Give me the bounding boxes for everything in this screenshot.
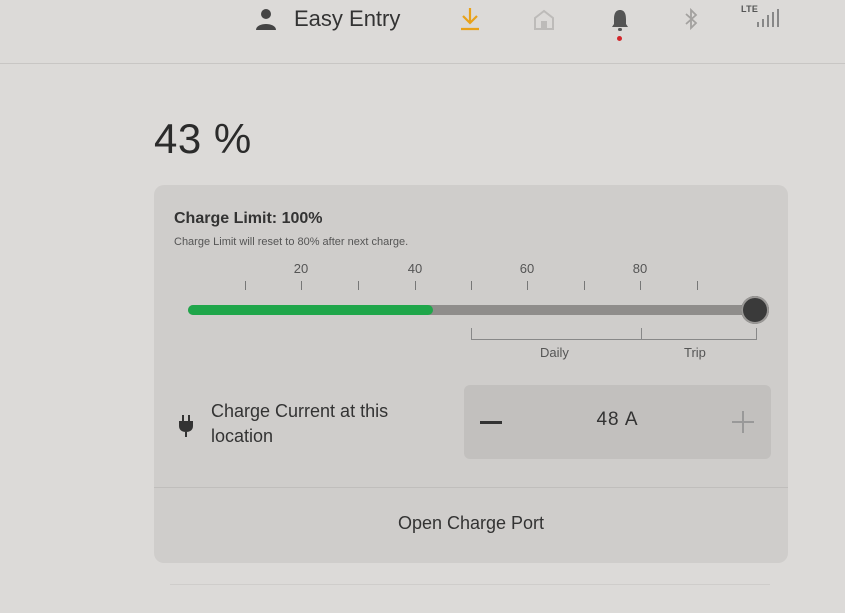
scale-tick [640,281,641,290]
signal-bars-icon [757,9,779,27]
charge-limit-slider[interactable] [188,305,758,315]
increase-current-button[interactable] [726,403,762,441]
notification-dot [617,36,622,41]
top-status-bar: Easy Entry LTE [0,0,845,62]
download-icon[interactable] [458,6,482,32]
battery-percent: 43 % [154,115,252,162]
charge-limit-handle[interactable] [741,296,769,324]
charging-card: Charge Limit: 100% Charge Limit will res… [154,185,788,563]
charge-limit-note: Charge Limit will reset to 80% after nex… [174,236,409,248]
scale-label-20: 20 [293,261,309,276]
bottom-divider [170,584,770,585]
scale-tick [415,281,416,290]
scale-tick [471,281,472,290]
open-charge-port-button[interactable]: Open Charge Port [154,488,788,563]
charge-current-stepper: 48 A [464,385,771,459]
profile-name[interactable]: Easy Entry [294,6,400,32]
scale-tick [245,281,246,290]
scale-tick [358,281,359,290]
scale-label-80: 80 [632,261,648,276]
plug-icon [179,415,193,437]
trip-label[interactable]: Trip [684,345,706,360]
bluetooth-icon[interactable] [682,7,700,31]
scale-tick [527,281,528,290]
daily-range-bracket [471,328,642,340]
scale-label-40: 40 [407,261,423,276]
scale-tick [301,281,302,290]
scale-label-60: 60 [519,261,535,276]
daily-label[interactable]: Daily [540,345,569,360]
open-charge-port-label: Open Charge Port [397,513,545,533]
person-icon[interactable] [255,7,277,31]
charge-current-label: Charge Current at this location [211,401,389,446]
charge-current-value: 48 A [596,409,639,430]
home-icon[interactable] [533,8,555,30]
topbar-divider [0,63,845,64]
bell-icon[interactable] [610,8,630,32]
scale-tick [584,281,585,290]
charge-level-fill [188,305,434,315]
charge-limit-title: Charge Limit: 100% [174,210,323,227]
trip-range-bracket [641,328,757,340]
scale-tick [697,281,698,290]
